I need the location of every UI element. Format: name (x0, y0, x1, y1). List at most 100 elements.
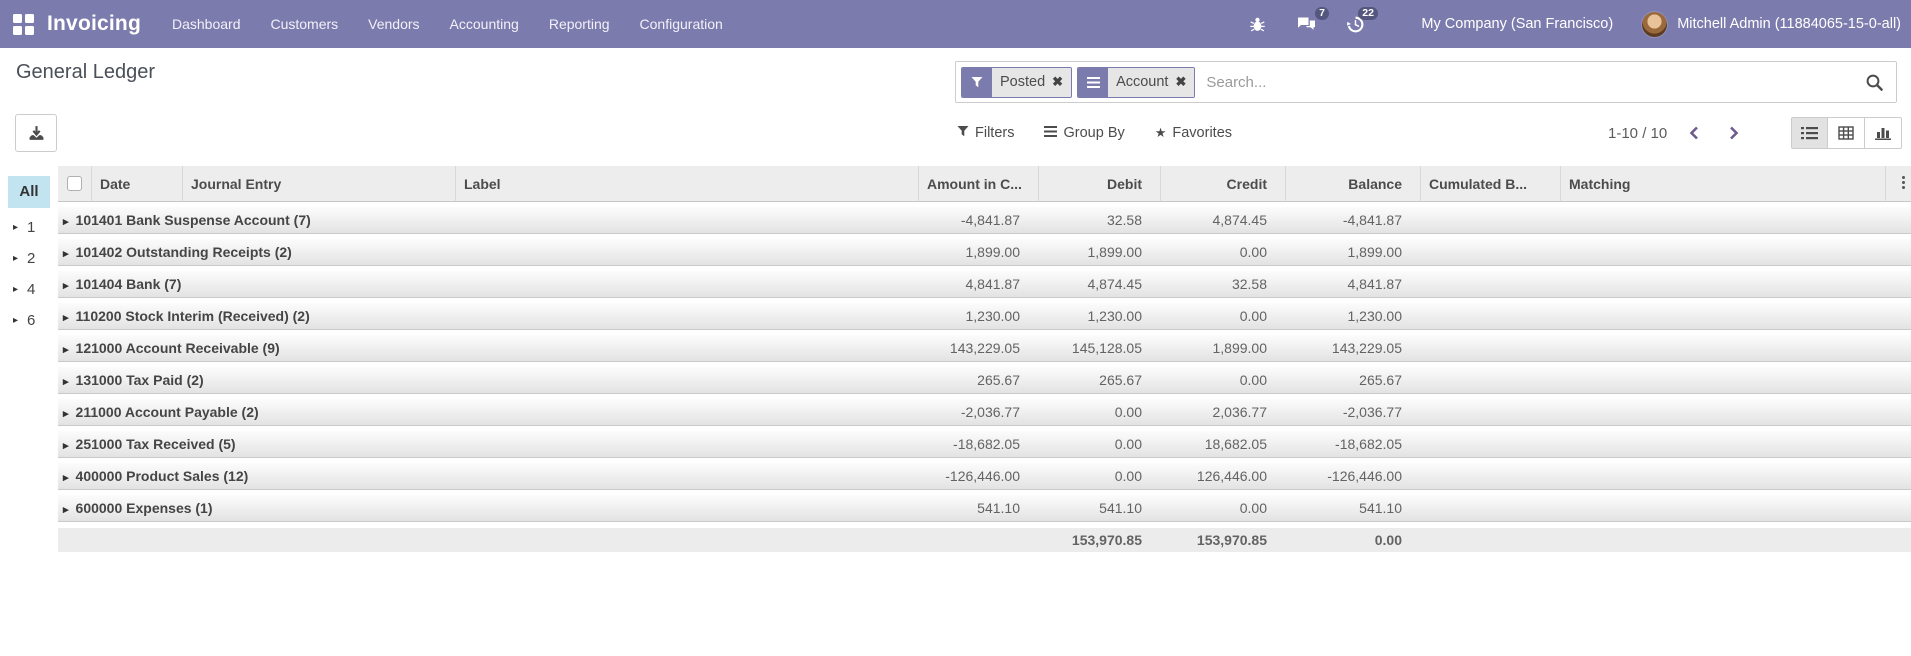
group-by-icon (1078, 67, 1109, 97)
select-all-checkbox[interactable] (67, 176, 82, 191)
group-by-button[interactable]: Group By (1044, 125, 1125, 141)
table-row[interactable]: ▸ 101402 Outstanding Receipts (2) 1,899.00… (58, 234, 1911, 266)
caret-right-icon: ▸ (63, 472, 69, 484)
menu-item-reporting[interactable]: Reporting (534, 0, 625, 48)
table-row[interactable]: ▸ 101401 Bank Suspense Account (7) -4,841.… (58, 202, 1911, 234)
table-row[interactable]: ▸ 101404 Bank (7) 4,841.87 4,874.45 32.58 4,8… (58, 266, 1911, 298)
group-name: 131000 Tax Paid (2) (75, 372, 204, 388)
group-name-cell[interactable]: ▸ 600000 Expenses (1) (58, 490, 918, 522)
group-name: 251000 Tax Received (5) (75, 436, 236, 452)
menu-item-accounting[interactable]: Accounting (435, 0, 534, 48)
expander-item-4[interactable]: ▸ 4 (0, 274, 58, 305)
caret-right-icon: ▸ (63, 312, 69, 324)
caret-right-icon: ▸ (13, 253, 19, 264)
column-header-cumulated-balance[interactable]: Cumulated B... (1420, 166, 1560, 202)
table-row[interactable]: ▸ 121000 Account Receivable (9) 143,229.05… (58, 330, 1911, 362)
menu-item-configuration[interactable]: Configuration (625, 0, 738, 48)
pager: 1-10 / 10 (1608, 114, 1747, 152)
expander-item-1[interactable]: ▸ 1 (0, 212, 58, 243)
debug-bug-icon[interactable] (1249, 16, 1266, 33)
column-header-amount-in-currency[interactable]: Amount in C... (918, 166, 1038, 202)
group-name-cell[interactable]: ▸ 400000 Product Sales (12) (58, 458, 918, 490)
group-name: 121000 Account Receivable (9) (75, 340, 280, 356)
total-amount-currency (918, 522, 1038, 552)
menu-item-dashboard[interactable]: Dashboard (157, 0, 256, 48)
table-row[interactable]: ▸ 131000 Tax Paid (2) 265.67 265.67 0.00 265.… (58, 362, 1911, 394)
user-menu[interactable]: Mitchell Admin (11884065-15-0-all) (1641, 10, 1901, 38)
search-input[interactable] (1200, 73, 1861, 91)
activities-count-badge: 22 (1357, 6, 1379, 20)
facet-label: Posted (1000, 74, 1046, 90)
menu-item-vendors[interactable]: Vendors (353, 0, 434, 48)
favorites-button[interactable]: ★ Favorites (1155, 125, 1232, 141)
main-content: All ▸ 1 ▸ 2 ▸ 4 ▸ 6 Date Journal Entry Label Am… (0, 166, 1911, 552)
group-name: 110200 Stock Interim (Received) (2) (75, 308, 310, 324)
caret-right-icon: ▸ (63, 344, 69, 356)
search-icon[interactable] (1861, 73, 1888, 92)
total-credit: 153,970.85 (1160, 522, 1285, 552)
optional-columns-toggle-icon[interactable] (1902, 174, 1905, 191)
table-row[interactable]: ▸ 400000 Product Sales (12) -126,446.00 0.0… (58, 458, 1911, 490)
expander-item-6[interactable]: ▸ 6 (0, 305, 58, 336)
optional-columns-cell (1885, 166, 1911, 202)
activities-clock-icon[interactable]: 22 (1346, 6, 1379, 34)
table-row[interactable]: ▸ 251000 Tax Received (5) -18,682.05 0.00 18… (58, 426, 1911, 458)
export-download-button[interactable] (15, 114, 57, 152)
list-view-button[interactable] (1791, 117, 1828, 149)
caret-right-icon: ▸ (63, 376, 69, 388)
caret-right-icon: ▸ (63, 440, 69, 452)
graph-view-button[interactable] (1865, 117, 1902, 149)
column-header-credit[interactable]: Credit (1160, 166, 1285, 202)
expand-all-button[interactable]: All (8, 176, 50, 208)
user-avatar (1641, 10, 1669, 38)
menu-item-customers[interactable]: Customers (255, 0, 353, 48)
total-debit: 153,970.85 (1038, 522, 1160, 552)
group-name: 101404 Bank (7) (75, 276, 182, 292)
main-menu: Dashboard Customers Vendors Accounting Repor… (157, 0, 738, 48)
column-header-debit[interactable]: Debit (1038, 166, 1160, 202)
company-switcher[interactable]: My Company (San Francisco) (1421, 16, 1613, 32)
column-header-date[interactable]: Date (91, 166, 182, 202)
group-name-cell[interactable]: ▸ 211000 Account Payable (2) (58, 394, 918, 426)
group-name: 400000 Product Sales (12) (75, 468, 249, 484)
control-panel-buttons: Filters Group By ★ Favorites (957, 114, 1232, 152)
apps-menu-icon[interactable] (13, 13, 34, 35)
filter-icon (957, 125, 969, 141)
totals-row: 153,970.85 153,970.85 0.00 (58, 522, 1911, 552)
pivot-view-button[interactable] (1828, 117, 1865, 149)
group-name: 101402 Outstanding Receipts (2) (75, 244, 292, 260)
column-header-journal-entry[interactable]: Journal Entry (182, 166, 455, 202)
app-title[interactable]: Invoicing (47, 12, 141, 36)
table-row[interactable]: ▸ 600000 Expenses (1) 541.10 541.10 0.00 541.… (58, 490, 1911, 522)
group-name-cell[interactable]: ▸ 251000 Tax Received (5) (58, 426, 918, 458)
group-name: 101401 Bank Suspense Account (7) (75, 212, 311, 228)
pager-previous-icon[interactable] (1681, 126, 1707, 140)
caret-right-icon: ▸ (63, 504, 69, 516)
group-expander-panel: All ▸ 1 ▸ 2 ▸ 4 ▸ 6 (0, 166, 58, 336)
column-header-matching[interactable]: Matching (1560, 166, 1885, 202)
caret-right-icon: ▸ (63, 248, 69, 260)
table-header-row: Date Journal Entry Label Amount in C... … (58, 166, 1911, 202)
table-row[interactable]: ▸ 211000 Account Payable (2) -2,036.77 0.00… (58, 394, 1911, 426)
group-name-cell[interactable]: ▸ 101404 Bank (7) (58, 266, 918, 298)
column-header-label[interactable]: Label (455, 166, 918, 202)
group-name-cell[interactable]: ▸ 131000 Tax Paid (2) (58, 362, 918, 394)
filters-button[interactable]: Filters (957, 125, 1014, 141)
pager-next-icon[interactable] (1721, 126, 1747, 140)
messages-icon[interactable]: 7 (1296, 7, 1330, 33)
group-name-cell[interactable]: ▸ 110200 Stock Interim (Received) (2) (58, 298, 918, 330)
group-name-cell[interactable]: ▸ 121000 Account Receivable (9) (58, 330, 918, 362)
facet-remove-icon[interactable]: ✖ (1052, 74, 1063, 90)
expander-item-2[interactable]: ▸ 2 (0, 243, 58, 274)
search-facets: Posted ✖ Account ✖ (961, 66, 1200, 98)
column-header-balance[interactable]: Balance (1285, 166, 1420, 202)
facet-remove-icon[interactable]: ✖ (1175, 74, 1186, 90)
group-name-cell[interactable]: ▸ 101402 Outstanding Receipts (2) (58, 234, 918, 266)
page-title: General Ledger (16, 61, 155, 83)
caret-right-icon: ▸ (13, 222, 19, 233)
systray: 7 22 My Company (San Francisco) Mitchell… (1219, 6, 1911, 38)
star-icon: ★ (1154, 125, 1167, 140)
table-row[interactable]: ▸ 110200 Stock Interim (Received) (2) 1,23… (58, 298, 1911, 330)
group-by-icon (1044, 125, 1058, 141)
group-name-cell[interactable]: ▸ 101401 Bank Suspense Account (7) (58, 202, 918, 234)
